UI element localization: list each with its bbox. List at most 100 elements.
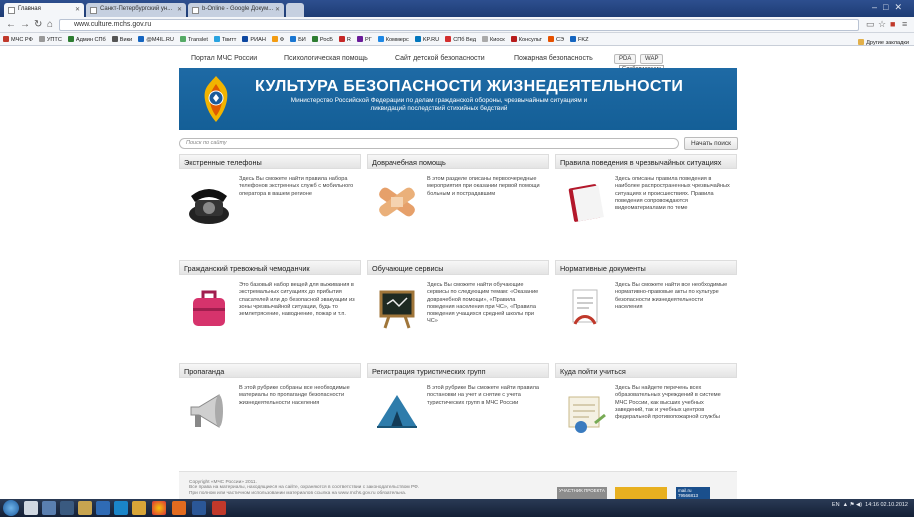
bookmark-item[interactable]: Translet [177,33,211,43]
footer-copyright: Copyright «МЧС России» 2011. Все права н… [189,480,489,496]
tab-spb-univ[interactable]: Санкт-Петербургский ун... ✕ [86,3,186,17]
diploma-icon[interactable] [561,387,609,435]
book-icon[interactable] [561,178,609,226]
bookmark-item[interactable]: R [336,33,354,43]
category-card-title[interactable]: Доврачебная помощь [367,154,549,169]
forward-icon[interactable]: → [20,19,30,30]
bookmark-item[interactable]: FKZ [567,33,592,43]
banner-subtitle: Министерство Российской Федерации по дел… [290,97,588,112]
category-card-title[interactable]: Куда пойти учиться [555,363,737,378]
close-icon[interactable]: ✕ [75,6,80,13]
bookmark-item[interactable]: @M4IL.RU [135,33,177,43]
bookmark-item[interactable]: Киоск [479,33,508,43]
clock-date: 02.10.2012 [880,502,908,508]
megaphone-icon[interactable] [185,387,233,435]
ie-browser-icon[interactable] [114,501,128,515]
folder-icon[interactable] [78,501,92,515]
blackboard-icon[interactable] [373,284,421,332]
desktop-icon[interactable] [24,501,38,515]
search-button[interactable]: Начать поиск [684,137,738,150]
bookmark-label: KP.RU [422,37,440,43]
reload-icon[interactable]: ↻ [34,19,42,30]
ie-icon[interactable] [96,501,110,515]
wrench-icon[interactable]: ≡ [902,19,907,29]
category-card: Правила поведения в чрезвычайных ситуаци… [555,154,737,254]
category-card-title[interactable]: Регистрация туристических групп [367,363,549,378]
nav-link-portal[interactable]: Портал МЧС России [191,55,257,62]
bookmark-item[interactable]: Ф [269,33,287,43]
bookmark-label: МЧС РФ [11,37,33,43]
browser-tabstrip: Главная ✕ Санкт-Петербургский ун... ✕ b-… [0,0,914,17]
star-icon[interactable]: ☆ [878,19,886,30]
window-controls[interactable]: –□✕ [872,2,908,13]
explorer-icon[interactable] [132,501,146,515]
tab-glavnaya[interactable]: Главная ✕ [4,3,84,17]
extension-icon[interactable]: ■ [890,19,895,29]
page-icon[interactable]: ▭ [866,19,875,30]
bookmark-item[interactable]: Админ СПб [65,33,109,43]
document-icon[interactable] [561,284,609,332]
bookmark-item[interactable]: РИАН [239,33,269,43]
powerpoint-icon[interactable] [212,501,226,515]
maximize-icon[interactable]: □ [883,2,894,12]
media-player-icon[interactable] [42,501,56,515]
address-bar[interactable]: www.culture.mchs.gov.ru [59,19,859,31]
chrome-icon[interactable] [152,501,166,515]
nav-link-fire-safety[interactable]: Пожарная безопасность [514,55,593,62]
url-text: www.culture.mchs.gov.ru [74,21,152,28]
category-card: Куда пойти учиться Здесь Вы найдете переч… [555,363,737,463]
category-card-title[interactable]: Пропаганда [179,363,361,378]
other-bookmarks-folder[interactable]: Другие закладки [855,36,912,45]
category-card-title[interactable]: Правила поведения в чрезвычайных ситуаци… [555,154,737,169]
new-tab-button[interactable] [286,3,304,17]
bookmark-item[interactable]: УПТС [36,33,65,43]
tab-google-docs[interactable]: b-Online - Google Докум... ✕ [188,3,284,17]
word-icon[interactable] [192,501,206,515]
wap-button[interactable]: WAP [640,54,664,64]
nav-link-psych[interactable]: Психологическая помощь [284,55,368,62]
counter-value: 79566813 [678,493,699,498]
phone-icon[interactable] [185,178,233,226]
category-card: Пропаганда В этой рубрике собраны все нео… [179,363,361,463]
suitcase-icon[interactable] [185,284,233,332]
bookmark-item[interactable]: Коммерс [375,33,412,43]
search-input[interactable]: Поиск по сайту [179,138,679,149]
bookmark-icon [356,36,363,42]
clock[interactable]: 14:16 02.10.2012 [865,502,908,508]
category-card-title[interactable]: Гражданский тревожный чемоданчик [179,260,361,275]
bookmark-item[interactable]: СЭ [545,33,567,43]
bookmark-item[interactable]: СПб Вед [442,33,479,43]
category-card-description: Здесь Вы сможете найти правила набора те… [239,176,354,197]
tent-icon[interactable] [373,387,421,435]
category-card-title[interactable]: Нормативные документы [555,260,737,275]
nav-link-child-safety[interactable]: Сайт детской безопасности [395,55,485,62]
bookmark-item[interactable]: РГ [354,33,375,43]
home-icon[interactable]: ⌂ [47,19,53,30]
close-icon[interactable]: ✕ [275,6,280,13]
bookmark-icon [338,36,345,42]
bookmark-item[interactable]: Консульт [508,33,545,43]
bandage-icon[interactable] [373,178,421,226]
back-icon[interactable]: ← [6,19,16,30]
pda-button[interactable]: PDA [614,54,637,64]
bookmark-item[interactable]: Твитт [211,33,239,43]
bookmark-item[interactable]: МЧС РФ [0,33,36,43]
language-indicator[interactable]: EN [832,502,840,508]
bookmark-icon [311,36,318,42]
category-card-description: Здесь описаны правила поведения в наибол… [615,176,730,212]
category-card-title[interactable]: Экстренные телефоны [179,154,361,169]
start-button[interactable] [3,500,19,516]
bookmark-item[interactable]: РосБ [309,33,336,43]
category-card-title[interactable]: Обучающие сервисы [367,260,549,275]
close-icon[interactable]: ✕ [177,6,182,13]
bookmark-item[interactable]: Вики [109,33,135,43]
app-icon[interactable] [60,501,74,515]
bookmark-label: Админ СПб [75,37,106,43]
close-window-icon[interactable]: ✕ [894,2,908,12]
minimize-icon[interactable]: – [872,2,883,12]
bookmark-item[interactable]: БИ [287,33,309,43]
bookmark-item[interactable]: KP.RU [412,33,442,43]
bookmark-icon [179,36,186,42]
site-top-nav: Портал МЧС России Психологическая помощь… [179,51,737,73]
outlook-icon[interactable] [172,501,186,515]
